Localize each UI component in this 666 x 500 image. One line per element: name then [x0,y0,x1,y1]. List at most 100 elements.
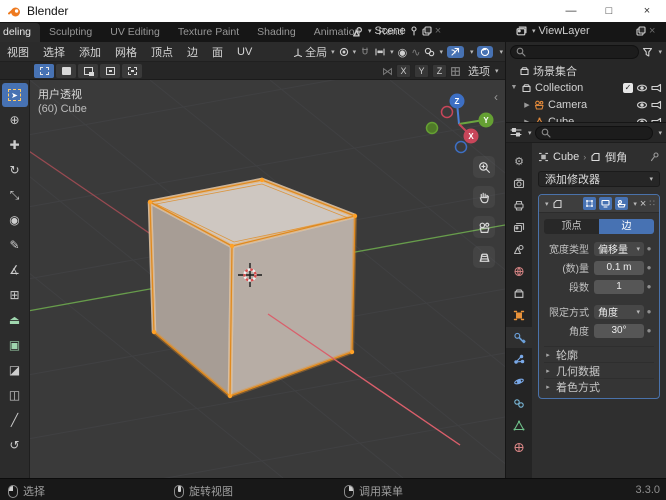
animate-dot[interactable]: ● [644,307,654,316]
tab-particles[interactable] [506,349,532,370]
add-modifier-button[interactable]: 添加修改器 ▾ [538,171,660,187]
mirror-x-button[interactable]: X [396,64,411,78]
tab-scene[interactable] [506,239,532,260]
tool-bevel[interactable]: ◪ [2,358,28,382]
animate-dot[interactable]: ● [644,282,654,291]
menu-edge[interactable]: 边 [180,44,205,60]
select-mode-intersect[interactable] [122,63,142,78]
select-mode-extend[interactable] [56,63,76,78]
tab-texture-paint[interactable]: Texture Paint [169,23,248,42]
tool-extrude[interactable]: ⏏ [2,308,28,332]
tool-rotate[interactable]: ↻ [2,158,28,182]
menu-vertex[interactable]: 顶点 [144,44,180,60]
viewlayer-name[interactable]: ViewLayer [539,25,590,37]
tool-add-cube[interactable]: ⊞ [2,283,28,307]
camera-view-button[interactable] [473,216,495,238]
menu-select[interactable]: 选择 [36,44,72,60]
tab-collection-props[interactable] [506,283,532,304]
drag-handle-icon[interactable]: ∷ [649,198,655,209]
xray-toggle[interactable] [446,46,464,58]
proportional-falloff-dropdown[interactable]: ∿ [411,46,420,59]
new-scene-icon[interactable] [422,26,432,36]
pivot-point-dropdown[interactable]: ▾ [339,47,356,57]
tool-loop-cut[interactable]: ◫ [2,383,28,407]
snap-with-dropdown[interactable]: ▾ [374,47,394,57]
outliner-row-scene-collection[interactable]: 场景集合 [506,62,666,79]
outliner-search-input[interactable] [510,45,640,59]
tool-scale[interactable]: ⤡ [2,183,28,207]
tool-move[interactable]: ✚ [2,133,28,157]
gizmo-x-neg[interactable] [440,105,454,119]
section-profile[interactable]: ▸ 轮廓 [544,346,654,362]
tool-cursor[interactable]: ⊕ [2,108,28,132]
hide-eye-icon[interactable] [636,83,648,93]
disable-render-icon[interactable] [651,100,662,110]
affect-vertices-tab[interactable]: 顶点 [544,219,599,234]
breadcrumb-object[interactable]: Cube [553,151,579,163]
mirror-y-button[interactable]: Y [414,64,429,78]
maximize-button[interactable]: □ [590,0,628,22]
tab-physics[interactable] [506,371,532,392]
chevron-down-icon[interactable]: ▾ [528,129,532,137]
affect-edges-tab[interactable]: 边 [599,219,654,234]
tab-constraints[interactable] [506,393,532,414]
snap-toggle[interactable] [360,47,370,57]
select-mode-invert[interactable] [100,63,120,78]
tool-select-box[interactable]: ➤ [1,83,28,107]
section-shading[interactable]: ▸ 着色方式 [544,378,654,394]
toggle-render-display[interactable] [615,197,629,210]
tool-measure[interactable]: ∡ [2,258,28,282]
width-type-dropdown[interactable]: 偏移量 ▾ [594,241,644,256]
delete-modifier-icon[interactable]: × [640,198,646,210]
animate-dot[interactable]: ● [644,263,654,272]
tab-uv-editing[interactable]: UV Editing [101,23,169,42]
tool-knife[interactable]: ╱ [2,408,28,432]
disable-render-icon[interactable] [651,83,662,93]
viewport-shading-dropdown[interactable] [477,46,494,58]
select-mode-set[interactable] [34,63,54,78]
tab-modifiers[interactable] [506,327,532,348]
collection-checkbox[interactable]: ✓ [623,82,633,93]
tab-view-layer[interactable] [506,217,532,238]
scene-selector[interactable]: ▾ Scene × [352,25,441,37]
sidebar-collapse-arrow[interactable]: ‹ [494,90,498,104]
snap-grid-icon[interactable] [450,66,461,77]
modifier-extras-icon[interactable]: ▾ [633,200,637,208]
options-dropdown[interactable]: 选项 [468,63,490,79]
pin-icon[interactable] [650,152,660,162]
zoom-button[interactable] [473,156,495,178]
outliner-row-camera[interactable]: ▶ Camera [506,96,666,113]
tab-object[interactable] [506,305,532,326]
unlink-scene-icon[interactable]: × [435,25,441,37]
menu-add[interactable]: 添加 [72,44,108,60]
viewlayer-selector[interactable]: ▾ ViewLayer [516,25,590,37]
tab-modeling[interactable]: deling [0,23,41,42]
amount-field[interactable]: 0.1 m [594,260,644,275]
toggle-viewport-display[interactable] [599,197,613,210]
animate-dot[interactable]: ● [644,244,654,253]
close-button[interactable]: × [628,0,666,22]
properties-search-input[interactable] [534,125,654,140]
tool-transform[interactable]: ◉ [2,208,28,232]
tab-render[interactable] [506,173,532,194]
select-mode-subtract[interactable] [78,63,98,78]
filter-dropdown-icon[interactable]: ▾ [658,129,662,137]
tab-shading[interactable]: Shading [248,23,305,42]
limit-method-dropdown[interactable]: 角度 ▾ [594,304,644,319]
remove-viewlayer-icon[interactable]: × [649,25,655,37]
tool-spin[interactable]: ↺ [2,433,28,457]
proportional-editing-toggle[interactable]: ◉ [398,46,408,59]
segments-field[interactable]: 1 [594,279,644,294]
outliner-row-collection[interactable]: ▼ Collection ✓ [506,79,666,96]
expand-icon[interactable]: ▶ [523,101,531,109]
perspective-toggle-button[interactable] [473,246,495,268]
tab-object-data[interactable] [506,415,532,436]
new-viewlayer-icon[interactable] [636,26,646,36]
pin-icon[interactable] [409,26,419,36]
menu-mesh[interactable]: 网格 [108,44,144,60]
properties-editor-icon[interactable] [510,127,523,138]
pan-button[interactable] [473,186,495,208]
toggle-edit-mode-display[interactable] [583,197,597,210]
tab-tool[interactable]: ⚙ [506,151,532,172]
tab-sculpting[interactable]: Sculpting [40,23,101,42]
